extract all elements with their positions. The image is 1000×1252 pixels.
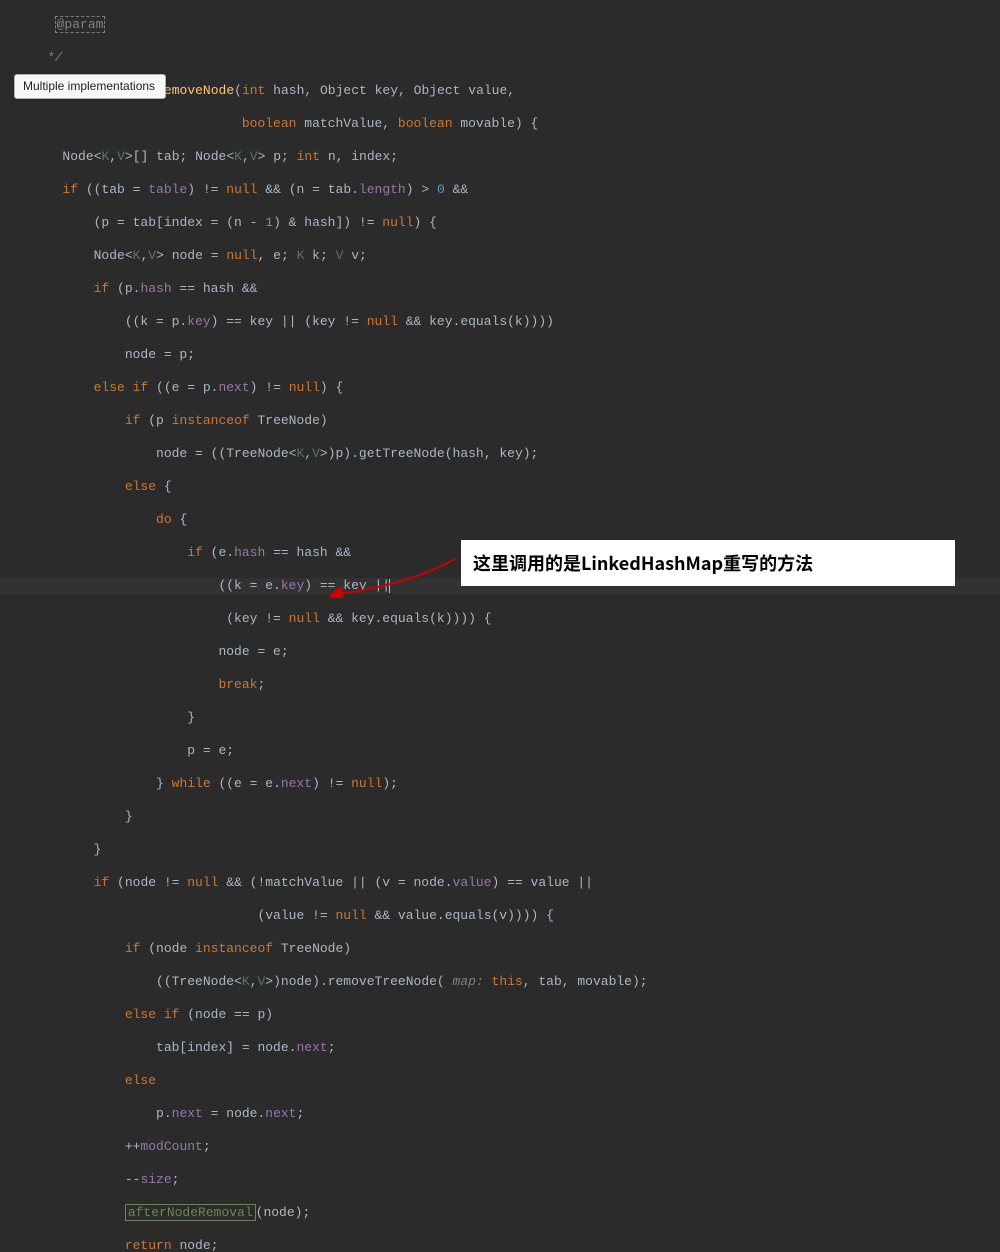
code-line: if (node != null && (!matchValue || (v =… xyxy=(0,875,1000,892)
code-line: (key != null && key.equals(k)))) { xyxy=(0,611,1000,628)
code-line: break; xyxy=(0,677,1000,694)
annotation-callout: 这里调用的是LinkedHashMap重写的方法 xyxy=(461,540,955,586)
code-line: if (p instanceof TreeNode) xyxy=(0,413,1000,430)
code-line: } while ((e = e.next) != null); xyxy=(0,776,1000,793)
code-line: node = p; xyxy=(0,347,1000,364)
code-line: boolean matchValue, boolean movable) { xyxy=(0,116,1000,133)
code-line: node = e; xyxy=(0,644,1000,661)
code-line: } xyxy=(0,842,1000,859)
code-line: (value != null && value.equals(v)))) { xyxy=(0,908,1000,925)
code-line: } xyxy=(0,809,1000,826)
code-line: ((k = p.key) == key || (key != null && k… xyxy=(0,314,1000,331)
code-line: return node; xyxy=(0,1238,1000,1252)
code-line: (p = tab[index = (n - 1) & hash]) != nul… xyxy=(0,215,1000,232)
highlighted-method-call[interactable]: afterNodeRemoval xyxy=(125,1204,256,1221)
code-line: node = ((TreeNode<K,V>)p).getTreeNode(ha… xyxy=(0,446,1000,463)
code-line: Node<K,V>[] tab; Node<K,V> p; int n, ind… xyxy=(0,149,1000,166)
code-line: if (p.hash == hash && xyxy=(0,281,1000,298)
callout-text: 这里调用的是LinkedHashMap重写的方法 xyxy=(473,555,813,572)
code-line: if ((tab = table) != null && (n = tab.le… xyxy=(0,182,1000,199)
code-line: ++modCount; xyxy=(0,1139,1000,1156)
code-line: --size; xyxy=(0,1172,1000,1189)
code-line: else { xyxy=(0,479,1000,496)
code-line: tab[index] = node.next; xyxy=(0,1040,1000,1057)
code-line: afterNodeRemoval(node); xyxy=(0,1205,1000,1222)
code-line: else if ((e = p.next) != null) { xyxy=(0,380,1000,397)
code-line: ((TreeNode<K,V>)node).removeTreeNode( ma… xyxy=(0,974,1000,991)
code-line: else if (node == p) xyxy=(0,1007,1000,1024)
code-line: } xyxy=(0,710,1000,727)
tooltip-text: Multiple implementations xyxy=(23,79,155,93)
code-line: Node<K,V> node = null, e; K k; V v; xyxy=(0,248,1000,265)
gutter-tooltip[interactable]: Multiple implementations xyxy=(14,74,166,99)
code-line: do { xyxy=(0,512,1000,529)
code-line: p = e; xyxy=(0,743,1000,760)
code-line: if (node instanceof TreeNode) xyxy=(0,941,1000,958)
code-line: else xyxy=(0,1073,1000,1090)
code-line: p.next = node.next; xyxy=(0,1106,1000,1123)
code-line: @param xyxy=(0,17,1000,34)
caret-icon xyxy=(389,579,390,593)
code-line: */ xyxy=(0,50,1000,67)
code-editor[interactable]: @param */ final Node<K,V> removeNode(int… xyxy=(0,0,1000,1252)
